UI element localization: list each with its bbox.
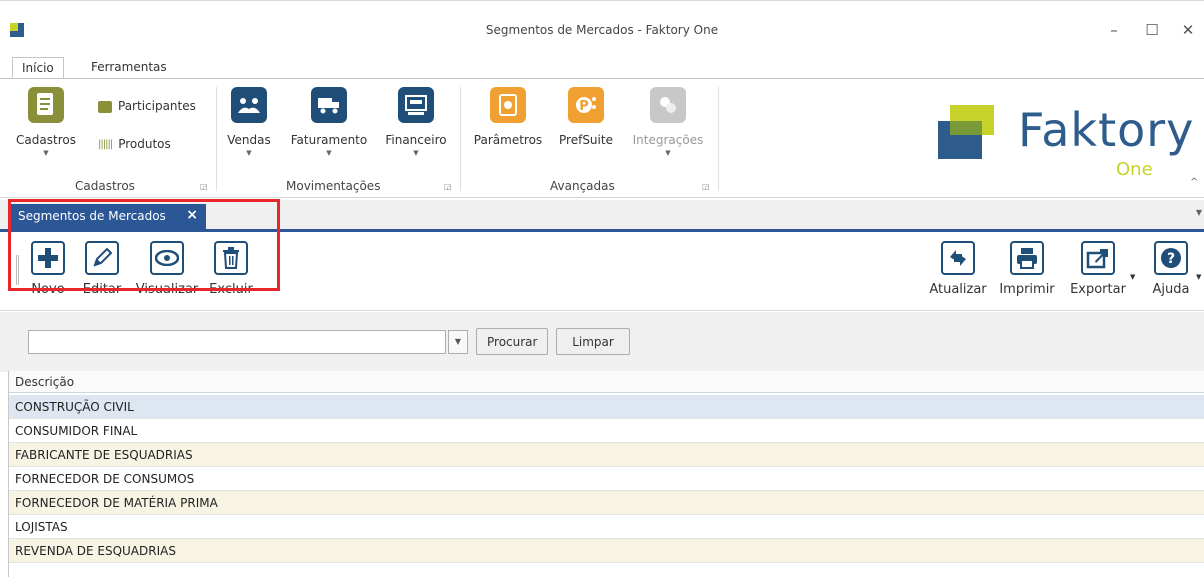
- produtos-button[interactable]: |||||| Produtos: [98, 137, 171, 151]
- printer-icon: [1010, 241, 1044, 275]
- search-panel: ▼ Procurar Limpar: [0, 312, 1204, 372]
- ribbon-tabs: Início Ferramentas: [0, 57, 1204, 79]
- chevron-down-icon: ▼: [665, 149, 671, 157]
- integracoes-label: Integrações: [632, 133, 704, 147]
- help-icon: ?: [1154, 241, 1188, 275]
- integracoes-button[interactable]: Integrações ▼: [626, 87, 710, 157]
- faturamento-label: Faturamento: [290, 133, 368, 147]
- search-input[interactable]: [28, 330, 446, 354]
- collapse-ribbon-icon[interactable]: ^: [1190, 177, 1198, 188]
- group-separator: [718, 87, 719, 191]
- integration-icon: [650, 87, 686, 123]
- title-bar: Segmentos de Mercados - Faktory One – ☐ …: [0, 9, 1204, 49]
- table-row[interactable]: FORNECEDOR DE CONSUMOS: [9, 467, 1204, 491]
- procurar-button[interactable]: Procurar: [476, 328, 549, 355]
- faturamento-button[interactable]: Faturamento ▼: [286, 87, 372, 157]
- participantes-label: Participantes: [118, 99, 196, 113]
- maximize-icon[interactable]: ☐: [1142, 21, 1162, 41]
- group-separator: [216, 87, 217, 191]
- imprimir-label: Imprimir: [999, 282, 1055, 297]
- chevron-down-icon: ▼: [413, 149, 419, 157]
- prefsuite-label: PrefSuite: [559, 133, 613, 147]
- refresh-icon: [941, 241, 975, 275]
- limpar-button[interactable]: Limpar: [556, 328, 630, 355]
- parametros-label: Parâmetros: [473, 133, 543, 147]
- table-row[interactable]: CONSUMIDOR FINAL: [9, 419, 1204, 443]
- ajuda-button[interactable]: ? Ajuda: [1144, 241, 1198, 297]
- search-dropdown-icon[interactable]: ▼: [448, 330, 468, 354]
- dialog-launcher-icon[interactable]: ◲: [200, 182, 208, 191]
- prefsuite-button[interactable]: P PrefSuite: [554, 87, 618, 147]
- settings-sheet-icon: [490, 87, 526, 123]
- table-row[interactable]: FABRICANTE DE ESQUADRIAS: [9, 443, 1204, 467]
- dialog-launcher-icon[interactable]: ◲: [702, 182, 710, 191]
- minimize-icon[interactable]: –: [1104, 21, 1124, 41]
- participantes-button[interactable]: Participantes: [98, 99, 196, 113]
- atualizar-label: Atualizar: [929, 282, 987, 297]
- parametros-button[interactable]: Parâmetros: [468, 87, 548, 147]
- faktory-logo: Faktory One: [930, 99, 1195, 189]
- ajuda-label: Ajuda: [1152, 282, 1190, 297]
- export-icon: [1081, 241, 1115, 275]
- vendas-button[interactable]: Vendas ▼: [224, 87, 274, 157]
- close-icon[interactable]: ✕: [1178, 21, 1198, 41]
- column-header-descricao[interactable]: Descrição: [9, 371, 1204, 393]
- svg-text:P: P: [579, 99, 589, 114]
- document-icon: [28, 87, 64, 123]
- app-window: Segmentos de Mercados - Faktory One – ☐ …: [0, 0, 1204, 577]
- chevron-down-icon: ▼: [246, 149, 252, 157]
- handshake-icon: [231, 87, 267, 123]
- exportar-dropdown-icon[interactable]: ▼: [1130, 273, 1135, 281]
- cash-register-icon: [398, 87, 434, 123]
- group-label-movimentacoes: Movimentações: [286, 179, 381, 193]
- financeiro-button[interactable]: Financeiro ▼: [382, 87, 450, 157]
- ribbon-panel: Cadastros ▼ Participantes |||||| Produtos…: [0, 78, 1204, 198]
- cadastros-button[interactable]: Cadastros ▼: [16, 87, 76, 157]
- svg-text:?: ?: [1167, 251, 1175, 267]
- chevron-down-icon: ▼: [43, 149, 49, 157]
- dialog-launcher-icon[interactable]: ◲: [444, 182, 452, 191]
- exportar-button[interactable]: Exportar: [1066, 241, 1130, 297]
- tab-list-dropdown-icon[interactable]: ▼: [1196, 208, 1202, 217]
- financeiro-label: Financeiro: [385, 133, 447, 147]
- group-label-avancadas: Avançadas: [550, 179, 615, 193]
- chevron-down-icon: ▼: [326, 149, 332, 157]
- ajuda-dropdown-icon[interactable]: ▼: [1196, 273, 1201, 281]
- table-row[interactable]: LOJISTAS: [9, 515, 1204, 539]
- logo-sub-text: One: [1116, 159, 1153, 180]
- truck-icon: [311, 87, 347, 123]
- logo-brand-text: Faktory: [1018, 103, 1195, 157]
- tab-ferramentas[interactable]: Ferramentas: [82, 57, 176, 79]
- table-row[interactable]: FORNECEDOR DE MATÉRIA PRIMA: [9, 491, 1204, 515]
- group-label-cadastros: Cadastros: [75, 179, 135, 193]
- atualizar-button[interactable]: Atualizar: [926, 241, 990, 297]
- prefsuite-icon: P: [568, 87, 604, 123]
- imprimir-button[interactable]: Imprimir: [994, 241, 1060, 297]
- window-title: Segmentos de Mercados - Faktory One: [485, 23, 719, 37]
- contact-card-icon: [98, 100, 112, 113]
- table-row[interactable]: REVENDA DE ESQUADRIAS: [9, 539, 1204, 563]
- group-separator: [460, 87, 461, 191]
- table-row[interactable]: CONSTRUÇÃO CIVIL: [9, 395, 1204, 419]
- produtos-label: Produtos: [118, 137, 171, 151]
- tab-inicio[interactable]: Início: [12, 57, 64, 79]
- exportar-label: Exportar: [1070, 282, 1126, 297]
- barcode-icon: ||||||: [98, 139, 113, 150]
- data-grid: Descrição CONSTRUÇÃO CIVIL CONSUMIDOR FI…: [8, 371, 1204, 577]
- highlight-box: [8, 199, 280, 291]
- vendas-label: Vendas: [227, 133, 271, 147]
- cadastros-label: Cadastros: [16, 133, 76, 147]
